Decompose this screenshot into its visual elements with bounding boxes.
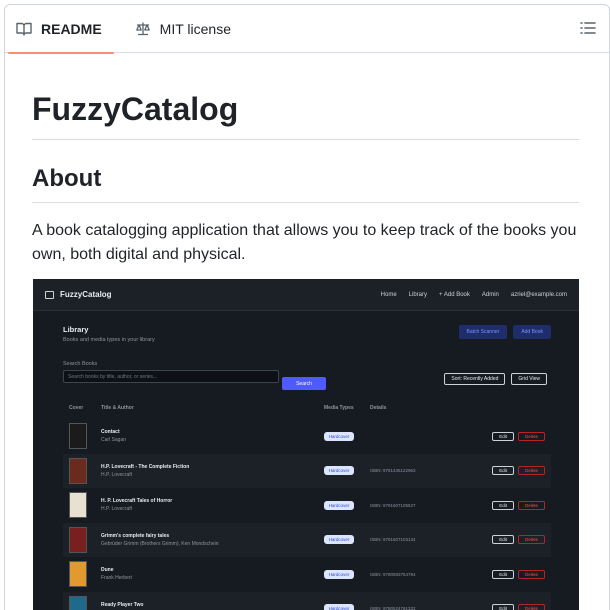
row-actions: Edit Delete <box>492 604 545 610</box>
book-author: Frank Herbert <box>101 575 132 582</box>
book-cover <box>69 526 87 553</box>
column-details: Details <box>370 405 387 411</box>
title-author-cell: Contact Carl Sagan <box>101 429 324 443</box>
row-actions: Edit Delete <box>492 569 545 579</box>
book-author: H.P. Lovecraft <box>101 506 133 513</box>
readme-description: A book catalogging application that allo… <box>32 222 577 263</box>
tab-license-label: MIT license <box>159 20 231 37</box>
tab-readme-label: README <box>41 20 102 37</box>
app-screenshot-image: FuzzyCatalog Home Library + Add Book Adm… <box>33 279 579 610</box>
app-navbar: FuzzyCatalog Home Library + Add Book Adm… <box>33 279 579 311</box>
media-badge: Hardcover <box>324 535 354 545</box>
book-icon <box>15 21 33 37</box>
edit-button: Edit <box>492 431 514 441</box>
edit-button: Edit <box>492 569 514 579</box>
about-heading: About <box>32 164 579 203</box>
edit-button: Edit <box>492 604 514 610</box>
book-cover <box>69 561 87 588</box>
search-label: Search Books <box>63 361 98 367</box>
table-row: Ready Player TwoErnest ClineHardcover ISB… <box>63 591 551 610</box>
book-cover <box>69 492 87 519</box>
table-row: Dune Frank Herbert Hardcover ISBN: 97805937… <box>63 557 551 592</box>
isbn-text: ISBN: 9780524761332 <box>370 606 416 610</box>
book-title: Ready Player Two <box>101 601 144 608</box>
search-input: Search books by title, author, or series… <box>63 370 279 383</box>
tab-license[interactable]: MIT license <box>124 5 239 53</box>
app-brand-label: FuzzyCatalog <box>60 290 112 299</box>
tab-readme[interactable]: README <box>5 5 114 54</box>
row-actions: Edit Delete <box>492 500 545 510</box>
book-title: H.P. Lovecraft - The Complete Fiction <box>101 463 190 470</box>
readme-title: FuzzyCatalog <box>32 89 579 140</box>
book-cover <box>69 457 87 484</box>
title-author-cell: H.P. Lovecraft - The Complete Fiction H.P… <box>101 464 324 478</box>
book-cover <box>69 595 87 610</box>
app-nav-library: Library <box>408 291 428 298</box>
readme-panel: README MIT license FuzzyCatalog About A … <box>4 4 610 610</box>
delete-button: Delete <box>517 431 545 441</box>
book-title: Dune <box>101 567 114 574</box>
app-nav-user: azriel@example.com <box>510 291 567 298</box>
media-badge: Hardcover <box>324 604 354 610</box>
book-title: H. P. Lovecraft Tales of Horror <box>101 498 173 505</box>
title-author-cell: Dune Frank Herbert <box>101 567 324 581</box>
add-book-button: Add Book <box>513 325 551 339</box>
search-row: Search Books Search books by title, auth… <box>33 343 579 393</box>
tab-bar: README MIT license <box>5 5 609 54</box>
grid-view-button: Grid View <box>511 373 547 385</box>
library-header: Library Books and media types in your li… <box>33 311 579 343</box>
delete-button: Delete <box>517 604 545 610</box>
title-author-cell: Ready Player TwoErnest Cline <box>101 602 324 610</box>
delete-button: Delete <box>517 500 545 510</box>
edit-button: Edit <box>492 500 514 510</box>
app-nav-admin: Admin <box>481 291 499 298</box>
media-badge: Hardcover <box>324 431 354 441</box>
media-badge: Hardcover <box>324 466 354 476</box>
book-author: H.P. Lovecraft <box>101 471 133 478</box>
scale-icon <box>134 21 152 37</box>
edit-button: Edit <box>492 535 514 545</box>
sort-button: Sort: Recently Added <box>444 373 506 385</box>
search-button: Search <box>282 377 326 390</box>
title-author-cell: Grimm's complete fairy tales Gebrüder Gri… <box>101 533 324 547</box>
book-author: Gebrüder Grimm (Brothers Grimm), Ken Mon… <box>101 540 219 547</box>
table-row: Contact Carl Sagan Hardcover Edit Delete <box>63 419 551 454</box>
isbn-text: ISBN: 9781435122963 <box>370 468 416 474</box>
book-table: Contact Carl Sagan Hardcover Edit Delete H.P.… <box>33 419 579 610</box>
book-title: Grimm's complete fairy tales <box>101 532 170 539</box>
media-badge: Hardcover <box>324 569 354 579</box>
isbn-text: ISBN: 9780593754794 <box>370 571 416 577</box>
row-actions: Edit Delete <box>492 431 545 441</box>
view-controls: Sort: Recently Added Grid View <box>444 373 547 385</box>
row-actions: Edit Delete <box>492 466 545 476</box>
column-title-author: Title & Author <box>101 405 134 411</box>
edit-button: Edit <box>492 466 514 476</box>
table-row: H. P. Lovecraft Tales of Horror H.P. Love… <box>63 488 551 523</box>
library-actions: Batch Scanner Add Book <box>458 325 551 339</box>
row-actions: Edit Delete <box>492 535 545 545</box>
delete-button: Delete <box>517 466 545 476</box>
delete-button: Delete <box>517 535 545 545</box>
book-title: Contact <box>101 429 120 436</box>
isbn-text: ISBN: 9781607103134 <box>370 537 416 543</box>
app-brand: FuzzyCatalog <box>45 290 112 299</box>
readme-content: FuzzyCatalog About A book catalogging ap… <box>5 89 579 267</box>
app-nav-links: Home Library + Add Book Admin azriel@exa… <box>381 292 567 298</box>
table-header: Cover Title & Author Media Types Details <box>33 393 579 419</box>
app-nav-add-book: + Add Book <box>439 291 470 298</box>
column-cover: Cover <box>69 405 84 411</box>
table-row: Grimm's complete fairy tales Gebrüder Gri… <box>63 522 551 557</box>
delete-button: Delete <box>517 569 545 579</box>
title-author-cell: H. P. Lovecraft Tales of Horror H.P. Love… <box>101 498 324 512</box>
app-nav-home: Home <box>380 291 397 298</box>
isbn-text: ISBN: 9781607105527 <box>370 502 416 508</box>
batch-scanner-button: Batch Scanner <box>458 325 508 339</box>
column-media-types: Media Types <box>324 405 354 411</box>
app-logo-icon <box>45 290 54 299</box>
media-badge: Hardcover <box>324 500 354 510</box>
book-author: Carl Sagan <box>101 437 127 444</box>
book-cover <box>69 423 87 450</box>
list-icon[interactable] <box>579 20 599 38</box>
table-row: H.P. Lovecraft - The Complete Fiction H.P… <box>63 453 551 488</box>
